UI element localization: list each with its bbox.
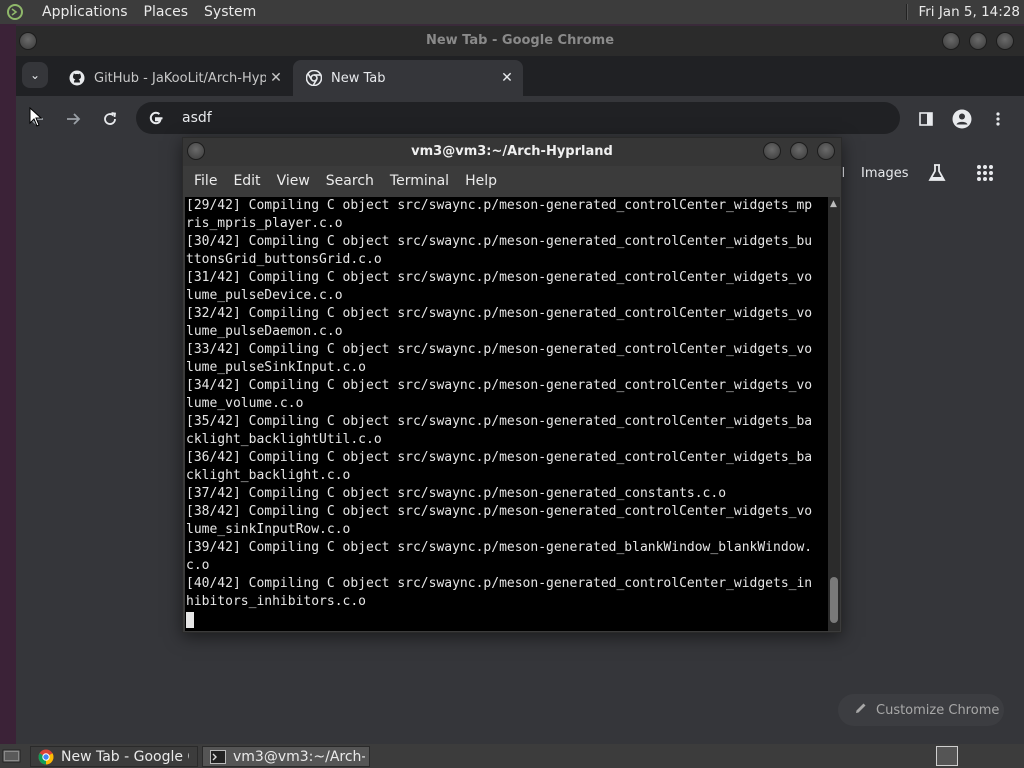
terminal-titlebar[interactable]: vm3@vm3:~/Arch-Hyprland: [183, 138, 841, 166]
maximize-button[interactable]: [969, 32, 987, 50]
forward-button[interactable]: [60, 106, 86, 132]
terminal-menubar: File Edit View Search Terminal Help: [183, 166, 841, 196]
pencil-icon: [854, 701, 868, 719]
terminal-line: lume_sinkInputRow.c.o: [186, 522, 351, 537]
terminal-line: [29/42] Compiling C object src/swaync.p/…: [186, 198, 813, 213]
tab-title: New Tab: [331, 70, 386, 86]
terminal-line: [37/42] Compiling C object src/swaync.p/…: [186, 486, 727, 501]
workspace-switcher[interactable]: [936, 746, 958, 766]
reload-button[interactable]: [97, 106, 123, 132]
scroll-up-arrow-icon[interactable]: ▲: [830, 199, 837, 209]
minimize-button[interactable]: [763, 142, 781, 160]
system-menu[interactable]: System: [196, 0, 264, 24]
menu-view[interactable]: View: [269, 173, 318, 189]
menu-search[interactable]: Search: [318, 173, 382, 189]
terminal-line: c.o: [186, 558, 210, 573]
terminal-line: cklight_backlight.c.o: [186, 468, 351, 483]
terminal-line: [40/42] Compiling C object src/swaync.p/…: [186, 576, 813, 591]
chrome-titlebar[interactable]: New Tab - Google Chrome: [16, 26, 1024, 56]
address-bar[interactable]: asdf: [136, 102, 900, 134]
tab-github[interactable]: GitHub - JaKooLit/Arch-Hyprland ✕: [56, 60, 292, 96]
apps-grid-icon[interactable]: [976, 164, 994, 186]
distro-logo-icon[interactable]: [4, 1, 26, 23]
customize-chrome-button[interactable]: Customize Chrome: [838, 694, 1004, 726]
terminal-line: lume_pulseDevice.c.o: [186, 288, 343, 303]
tab-close-icon[interactable]: ✕: [497, 70, 517, 86]
tab-title: GitHub - JaKooLit/Arch-Hyprland: [94, 70, 266, 86]
reload-icon: [104, 112, 117, 125]
close-window-button[interactable]: [817, 142, 835, 160]
terminal-cursor: [186, 612, 194, 628]
terminal-line: [32/42] Compiling C object src/swaync.p/…: [186, 306, 813, 321]
kebab-menu-icon: [996, 112, 1000, 126]
chrome-icon: [37, 748, 55, 766]
chrome-menu-button[interactable]: [985, 106, 1011, 132]
github-icon: [68, 69, 86, 87]
terminal-line: [36/42] Compiling C object src/swaync.p/…: [186, 450, 813, 465]
tab-close-icon[interactable]: ✕: [266, 70, 286, 86]
applications-menu[interactable]: Applications: [34, 0, 136, 24]
terminal-line: [30/42] Compiling C object src/swaync.p/…: [186, 234, 813, 249]
terminal-icon: [209, 748, 227, 766]
terminal-line: hibitors_inhibitors.c.o: [186, 594, 367, 609]
taskbar-item-terminal[interactable]: vm3@vm3:~/Arch-Hyprland: [202, 746, 370, 767]
tab-new-tab[interactable]: New Tab ✕: [293, 60, 523, 96]
minimize-button[interactable]: [942, 32, 960, 50]
images-link[interactable]: Images: [861, 166, 909, 181]
clock[interactable]: Fri Jan 5, 14:28: [918, 4, 1020, 20]
chrome-toolbar: asdf: [16, 96, 1024, 142]
terminal-line: [38/42] Compiling C object src/swaync.p/…: [186, 504, 813, 519]
terminal-line: cklight_backlightUtil.c.o: [186, 432, 382, 447]
terminal-line: [34/42] Compiling C object src/swaync.p/…: [186, 378, 813, 393]
side-panel-icon: [919, 112, 933, 126]
tab-strip: ⌄ GitHub - JaKooLit/Arch-Hyprland ✕ New …: [16, 56, 1024, 115]
taskbar-item-chrome[interactable]: New Tab - Google Chrome: [30, 746, 198, 767]
top-panel: Applications Places System Fri Jan 5, 14…: [0, 0, 1024, 24]
google-g-icon: [146, 108, 166, 128]
window-menu-button[interactable]: [187, 142, 205, 160]
menu-terminal[interactable]: Terminal: [382, 173, 457, 189]
forward-arrow-icon: [67, 113, 81, 125]
scrollbar-thumb[interactable]: [830, 577, 838, 623]
terminal-line: ris_mpris_player.c.o: [186, 216, 343, 231]
mouse-pointer-icon: [29, 107, 43, 127]
terminal-line: [33/42] Compiling C object src/swaync.p/…: [186, 342, 813, 357]
terminal-line: lume_volume.c.o: [186, 396, 304, 411]
side-panel-button[interactable]: [913, 106, 939, 132]
maximize-button[interactable]: [790, 142, 808, 160]
tab-search-button[interactable]: ⌄: [22, 62, 48, 88]
menu-edit[interactable]: Edit: [225, 173, 268, 189]
profile-avatar-icon: [952, 109, 972, 129]
panel-separator: [906, 4, 909, 20]
chrome-icon: [305, 69, 323, 87]
taskbar-item-label: New Tab - Google Chrome: [61, 748, 189, 765]
places-menu[interactable]: Places: [136, 0, 197, 24]
terminal-line: lume_pulseDaemon.c.o: [186, 324, 343, 339]
menu-help[interactable]: Help: [457, 173, 505, 189]
taskbar-item-label: vm3@vm3:~/Arch-Hyprland: [233, 748, 365, 765]
profile-button[interactable]: [949, 106, 975, 132]
terminal-line: [39/42] Compiling C object src/swaync.p/…: [186, 540, 813, 555]
terminal-window-title: vm3@vm3:~/Arch-Hyprland: [411, 144, 613, 159]
close-window-button[interactable]: [996, 32, 1014, 50]
chevron-down-icon: ⌄: [29, 68, 41, 82]
bottom-taskbar: New Tab - Google Chrome vm3@vm3:~/Arch-H…: [0, 744, 1024, 768]
desktop-background: [0, 24, 16, 744]
show-desktop-icon[interactable]: [2, 746, 22, 766]
customize-chrome-label: Customize Chrome: [876, 702, 1000, 718]
terminal-output[interactable]: [29/42] Compiling C object src/swaync.p/…: [185, 197, 828, 631]
terminal-window: vm3@vm3:~/Arch-Hyprland File Edit View S…: [182, 137, 842, 633]
menu-file[interactable]: File: [186, 173, 225, 189]
terminal-line: [35/42] Compiling C object src/swaync.p/…: [186, 414, 813, 429]
terminal-line: ttonsGrid_buttonsGrid.c.o: [186, 252, 382, 267]
address-bar-text: asdf: [182, 110, 212, 126]
terminal-line: [31/42] Compiling C object src/swaync.p/…: [186, 270, 813, 285]
terminal-scrollbar[interactable]: ▲: [828, 197, 840, 631]
labs-flask-icon[interactable]: [926, 162, 948, 188]
chrome-window-title: New Tab - Google Chrome: [425, 33, 615, 48]
terminal-line: lume_pulseSinkInput.c.o: [186, 360, 367, 375]
window-menu-button[interactable]: [19, 32, 37, 50]
